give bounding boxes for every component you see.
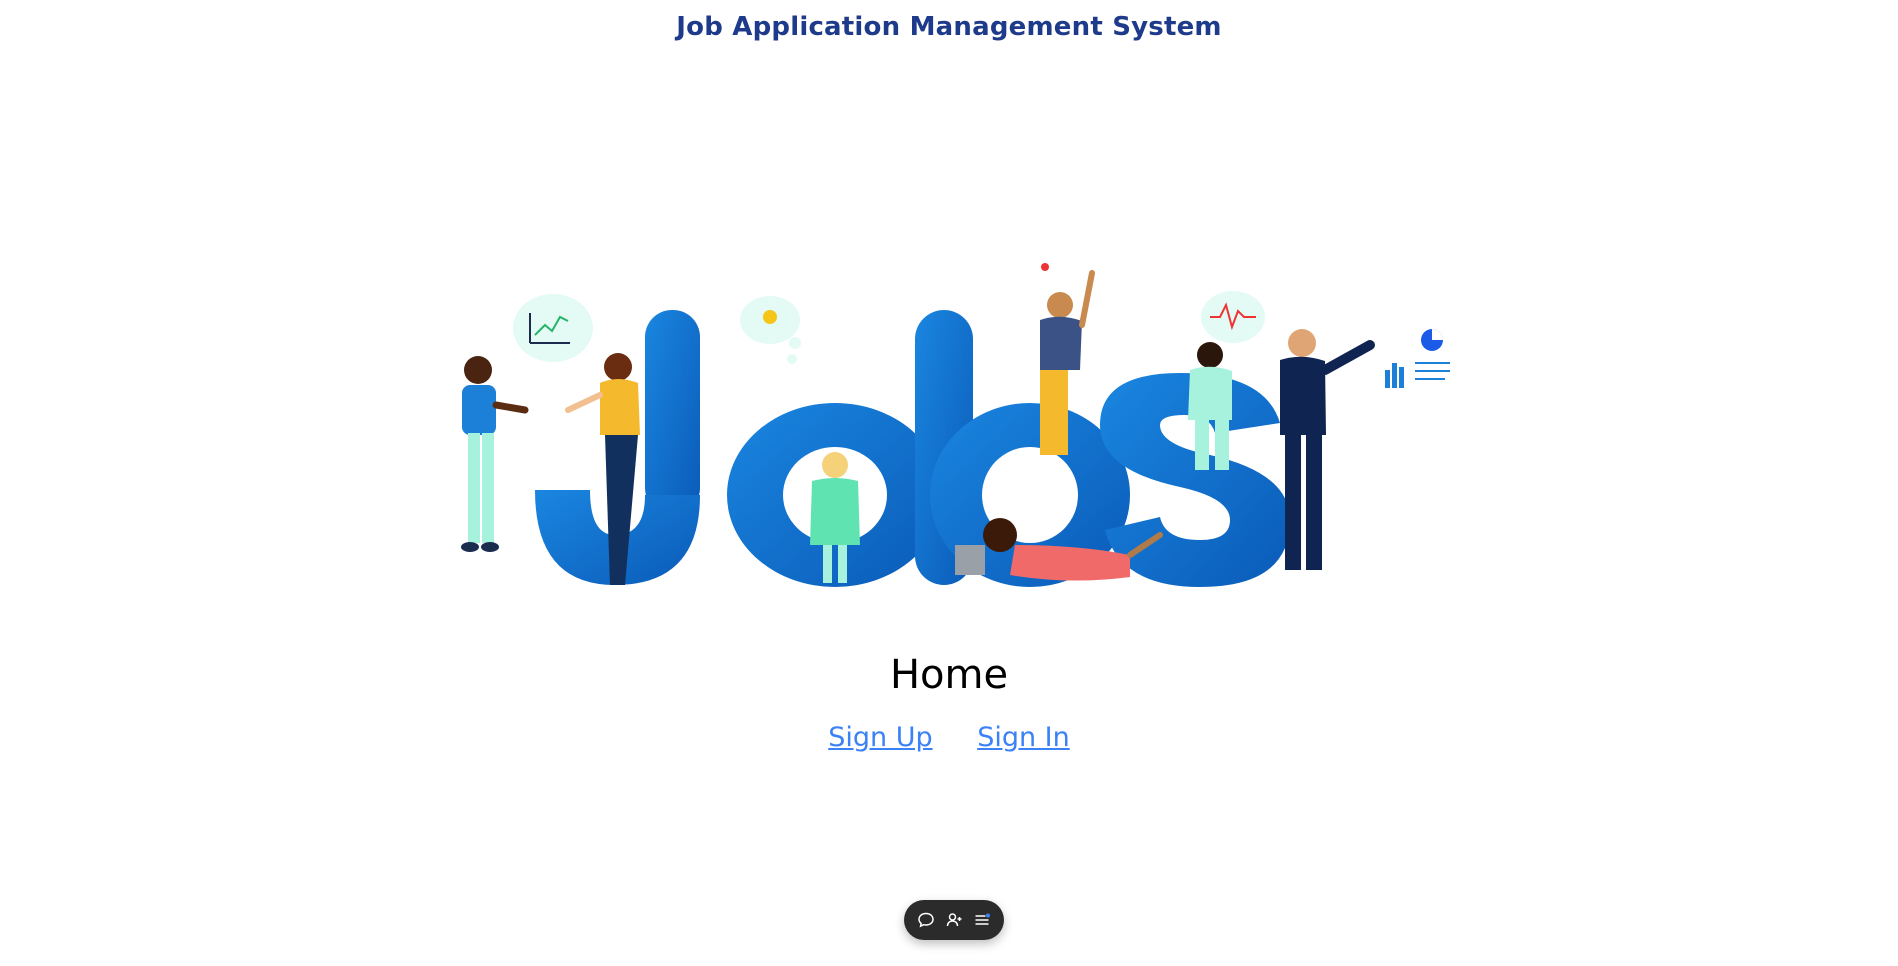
menu-button[interactable] [971, 909, 993, 931]
page: Job Application Management System Home S… [0, 0, 1898, 966]
add-user-button[interactable] [943, 909, 965, 931]
person-1-figure [461, 356, 529, 552]
chart-bubble-icon [513, 294, 593, 362]
heartbeat-bubble-icon [1201, 291, 1265, 343]
jobs-hero-illustration [440, 255, 1460, 610]
chat-bubble-icon [918, 912, 934, 928]
lightbulb-bubble-icon [740, 296, 801, 364]
add-user-icon [946, 913, 962, 927]
presentation-chart-icon [1385, 329, 1450, 388]
person-6-figure [1188, 342, 1232, 470]
menu-list-icon [975, 913, 990, 925]
floating-toolbar [904, 900, 1004, 940]
sign-up-link[interactable]: Sign Up [828, 722, 932, 753]
person-7-figure [1280, 329, 1375, 570]
page-title: Home [889, 652, 1009, 698]
chat-button[interactable] [915, 909, 937, 931]
sign-in-link[interactable]: Sign In [977, 722, 1070, 753]
auth-links: Sign Up Sign In [0, 722, 1898, 753]
app-title: Job Application Management System [676, 12, 1222, 42]
